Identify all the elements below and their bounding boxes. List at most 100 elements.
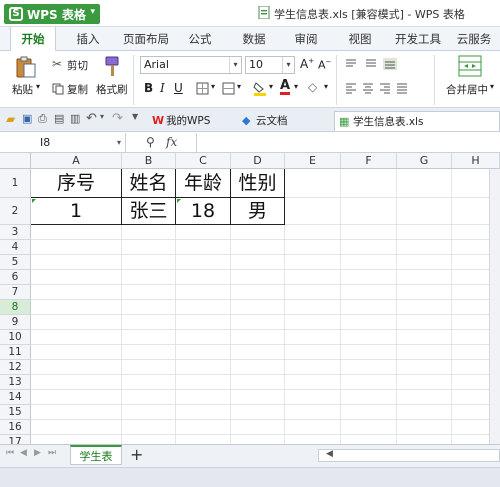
column-header[interactable]: B xyxy=(122,153,176,169)
column-header[interactable]: E xyxy=(285,153,341,169)
table-cell[interactable]: 男 xyxy=(231,198,284,224)
underline-icon[interactable]: U xyxy=(174,81,183,95)
doc-tab-cloud-docs[interactable]: ◆ 云文档 xyxy=(238,111,328,131)
redo-icon[interactable]: ↷ xyxy=(112,111,123,126)
chevron-down-icon[interactable]: ▾ xyxy=(211,82,215,91)
chevron-down-icon[interactable]: ▼ xyxy=(132,112,138,121)
row-header[interactable]: 9 xyxy=(0,315,31,330)
column-header[interactable]: H xyxy=(452,153,500,169)
chevron-down-icon[interactable]: ▾ xyxy=(269,82,273,91)
table-header-cell[interactable]: 年龄 xyxy=(176,170,230,197)
sheet-tab-active[interactable]: 学生表 xyxy=(70,445,122,465)
vertical-align-icons[interactable] xyxy=(345,58,405,70)
table-header-cell[interactable]: 性别 xyxy=(231,170,284,197)
paste-icon[interactable] xyxy=(14,55,38,79)
copy-button[interactable]: 复制 xyxy=(67,82,88,97)
vertical-scrollbar[interactable] xyxy=(489,169,500,444)
format-painter-icon[interactable] xyxy=(102,55,122,79)
row-header[interactable]: 13 xyxy=(0,375,31,390)
print-icon[interactable]: ⎙ xyxy=(38,112,47,126)
first-sheet-icon[interactable]: ⏮ xyxy=(6,448,14,458)
chevron-down-icon[interactable]: ▾ xyxy=(237,82,241,91)
table-header-cell[interactable]: 姓名 xyxy=(122,170,175,197)
row-header[interactable]: 5 xyxy=(0,255,31,270)
column-header[interactable]: A xyxy=(31,153,122,169)
row-header[interactable]: 6 xyxy=(0,270,31,285)
table-cell[interactable]: 18 xyxy=(176,198,230,224)
format-painter-button[interactable]: 格式刷 xyxy=(96,82,128,97)
row-header[interactable]: 10 xyxy=(0,330,31,345)
font-name-select[interactable]: Arial ▾ xyxy=(140,56,242,74)
table-header-cell[interactable]: 序号 xyxy=(31,170,121,197)
table-cell[interactable]: 张三 xyxy=(122,198,175,224)
tab-home[interactable]: 开始 xyxy=(10,27,56,52)
wps-app-menu-button[interactable]: S WPS 表格 ▾ xyxy=(4,4,100,24)
row-header-selected[interactable]: 8 xyxy=(0,300,31,315)
magnifier-icon[interactable]: ⚲ xyxy=(146,135,155,149)
column-header[interactable]: D xyxy=(231,153,285,169)
horizontal-align-icons[interactable] xyxy=(345,82,425,94)
borders-icon[interactable] xyxy=(196,82,209,95)
doc-tab-current-file[interactable]: ▦ 学生信息表.xls xyxy=(334,111,500,131)
bold-icon[interactable]: B xyxy=(144,81,153,95)
table-cell[interactable]: 1 xyxy=(31,198,121,224)
next-sheet-icon[interactable]: ▶ xyxy=(34,448,41,458)
column-header[interactable]: C xyxy=(176,153,231,169)
open-folder-icon[interactable]: ▰ xyxy=(6,112,15,126)
row-header[interactable]: 12 xyxy=(0,360,31,375)
chevron-down-icon[interactable]: ▾ xyxy=(36,82,40,91)
paste-button[interactable]: 粘贴 xyxy=(12,82,33,97)
column-header[interactable]: F xyxy=(341,153,397,169)
tab-insert[interactable]: 插入 xyxy=(66,27,110,51)
scroll-left-icon[interactable]: ◀ xyxy=(326,449,333,459)
previous-sheet-icon[interactable]: ◀ xyxy=(20,448,27,458)
tab-cloud-service[interactable]: 云服务 xyxy=(452,27,496,51)
merge-center-icon[interactable] xyxy=(458,55,482,77)
merge-center-button[interactable]: 合并居中 xyxy=(446,82,488,97)
fill-color-icon[interactable] xyxy=(253,81,267,96)
horizontal-scrollbar[interactable] xyxy=(318,449,500,462)
formula-input[interactable] xyxy=(196,133,500,153)
row-header[interactable]: 14 xyxy=(0,390,31,405)
chevron-down-icon[interactable]: ▾ xyxy=(324,82,328,91)
add-sheet-button[interactable]: + xyxy=(130,445,143,465)
doc-tab-my-wps[interactable]: W 我的WPS xyxy=(148,111,232,131)
row-header[interactable]: 15 xyxy=(0,405,31,420)
row-header[interactable]: 17 xyxy=(0,435,31,444)
column-header[interactable]: G xyxy=(397,153,452,169)
last-sheet-icon[interactable]: ⏭ xyxy=(48,448,56,458)
undo-icon[interactable]: ↶ xyxy=(86,111,97,126)
chevron-down-icon[interactable]: ▾ xyxy=(490,82,494,91)
row-header[interactable]: 11 xyxy=(0,345,31,360)
export-pdf-icon[interactable]: ▥ xyxy=(70,112,80,125)
row-header[interactable]: 1 xyxy=(0,169,31,198)
tab-data[interactable]: 数据 xyxy=(234,27,274,51)
spreadsheet-grid[interactable]: A B C D E F G H 1 2 3 4 5 6 7 8 9 10 11 … xyxy=(0,153,500,444)
save-icon[interactable]: ▣ xyxy=(22,112,32,125)
tab-page-layout[interactable]: 页面布局 xyxy=(118,27,174,51)
decrease-font-icon[interactable]: A− xyxy=(318,58,331,72)
row-header[interactable]: 2 xyxy=(0,198,31,225)
increase-font-icon[interactable]: A+ xyxy=(300,57,314,71)
font-color-icon[interactable]: A xyxy=(280,79,291,95)
print-preview-icon[interactable]: ▤ xyxy=(54,112,64,125)
merge-cells-icon[interactable] xyxy=(222,82,235,95)
cut-button[interactable]: 剪切 xyxy=(67,58,88,73)
font-name-value: Arial xyxy=(144,58,169,71)
clear-format-icon[interactable]: ◇ xyxy=(308,80,317,94)
tab-review[interactable]: 审阅 xyxy=(286,27,326,51)
name-box[interactable]: I8 ▾ xyxy=(0,133,126,153)
row-header[interactable]: 3 xyxy=(0,225,31,240)
font-size-select[interactable]: 10 ▾ xyxy=(245,56,295,74)
italic-icon[interactable]: I xyxy=(160,81,165,95)
row-header[interactable]: 16 xyxy=(0,420,31,435)
chevron-down-icon[interactable]: ▾ xyxy=(294,82,298,91)
row-header[interactable]: 7 xyxy=(0,285,31,300)
insert-function-button[interactable]: fx xyxy=(166,135,177,149)
select-all-corner[interactable] xyxy=(0,153,31,169)
tab-formulas[interactable]: 公式 xyxy=(180,27,220,51)
tab-view[interactable]: 视图 xyxy=(340,27,380,51)
tab-developer-tools[interactable]: 开发工具 xyxy=(390,27,446,51)
row-header[interactable]: 4 xyxy=(0,240,31,255)
chevron-down-icon[interactable]: ▾ xyxy=(100,112,104,121)
